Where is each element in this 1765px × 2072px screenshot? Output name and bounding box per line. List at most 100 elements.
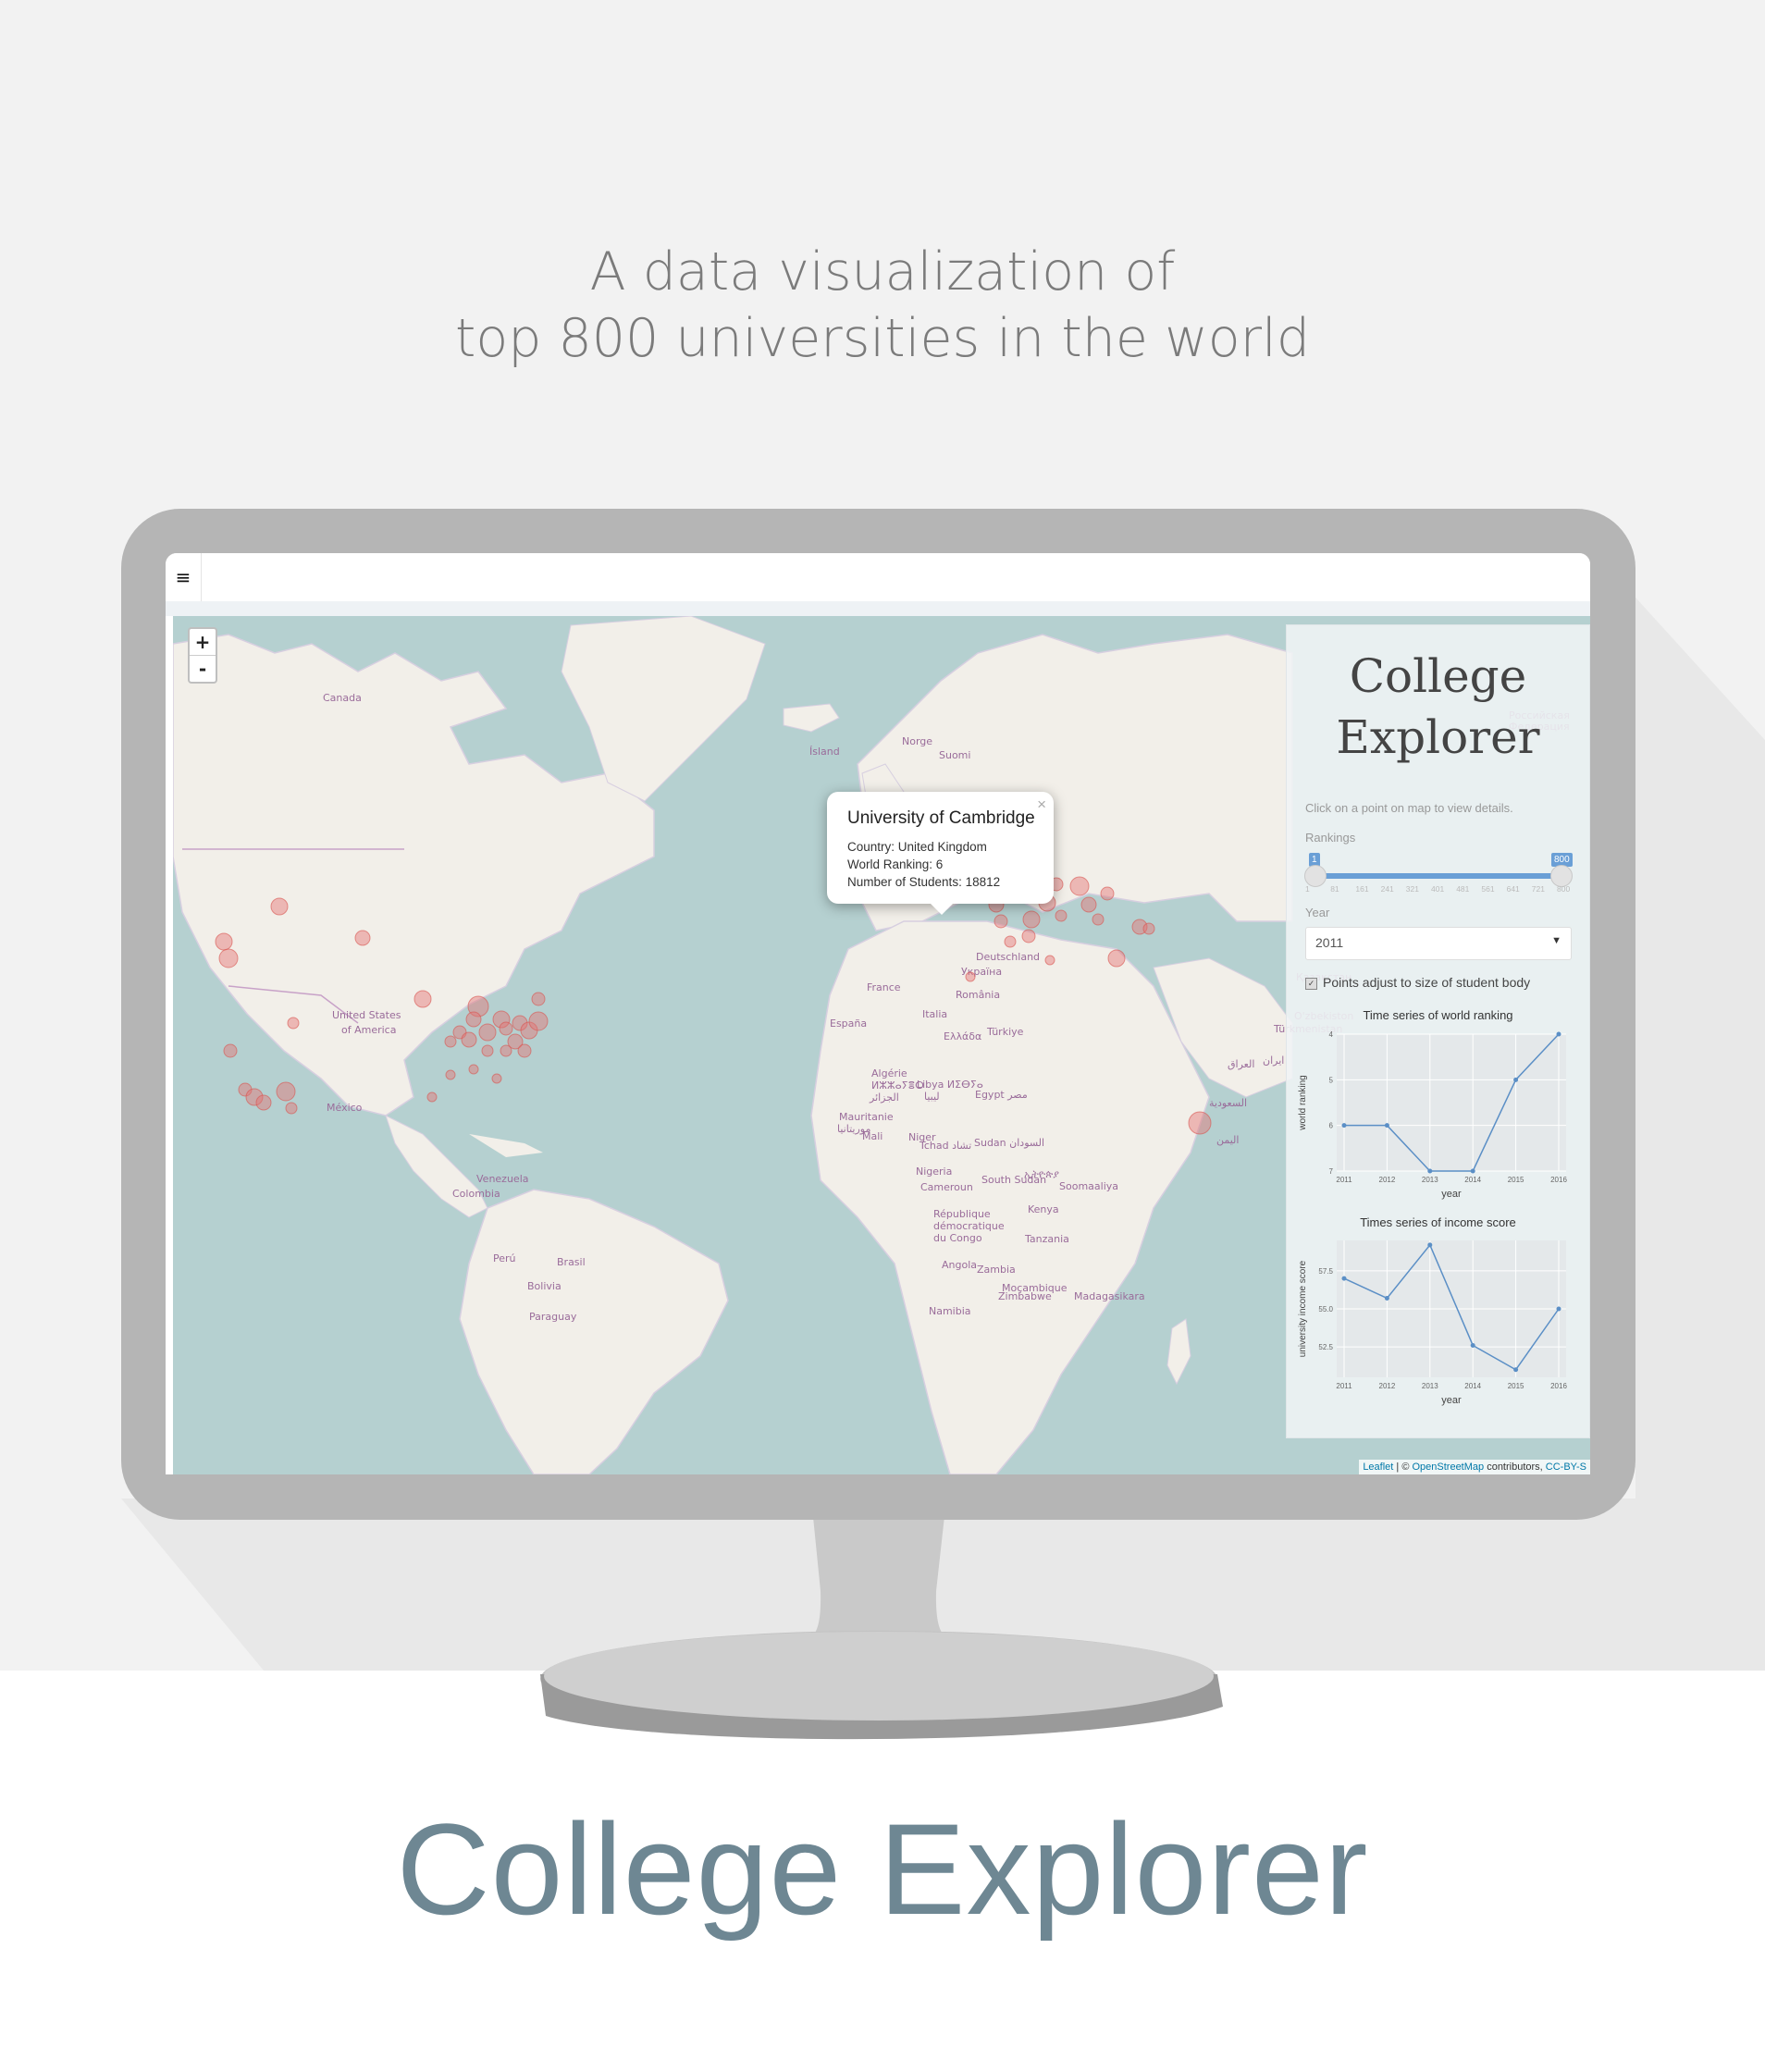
chart-xtick-label: 2013 xyxy=(1422,1382,1438,1390)
university-marker[interactable] xyxy=(491,1073,502,1084)
slider-ticks: 1 81 161 241 321 401 481 561 641 721 800 xyxy=(1305,884,1570,903)
university-marker[interactable] xyxy=(1055,909,1068,922)
chart-xtick-label: 2012 xyxy=(1379,1382,1396,1390)
popup-close-button[interactable]: × xyxy=(1037,796,1046,814)
year-select-value: 2011 xyxy=(1315,935,1344,950)
year-select[interactable]: 2011 ▼ xyxy=(1305,927,1572,960)
map-label: Venezuela xyxy=(476,1173,529,1185)
map-label: Norge xyxy=(902,735,932,747)
university-marker[interactable] xyxy=(218,948,239,968)
university-marker[interactable] xyxy=(500,1044,512,1057)
university-marker[interactable] xyxy=(481,1044,494,1057)
university-marker[interactable] xyxy=(994,914,1008,929)
map-label: Sudan السودان xyxy=(974,1137,1044,1149)
chart-ytick-label: 7 xyxy=(1329,1167,1334,1176)
map-label: Zimbabwe xyxy=(998,1290,1052,1302)
map-label: Bolivia xyxy=(527,1280,562,1292)
university-marker[interactable] xyxy=(465,1011,482,1028)
map-label: Türkiye xyxy=(986,1026,1024,1038)
university-marker[interactable] xyxy=(528,1011,549,1031)
app-screen: ≡ Canada United States of America México… xyxy=(166,553,1590,1474)
zoom-out-button[interactable]: - xyxy=(190,656,216,682)
university-marker[interactable] xyxy=(445,1069,456,1080)
leaflet-link[interactable]: Leaflet xyxy=(1363,1462,1393,1473)
map-label: Tanzania xyxy=(1024,1233,1069,1245)
popup-country: Country: United Kingdom xyxy=(847,840,987,854)
university-marker[interactable] xyxy=(1142,922,1155,935)
year-label: Year xyxy=(1305,906,1330,919)
landmass-south-america xyxy=(459,1189,729,1474)
university-marker[interactable] xyxy=(1188,1111,1212,1135)
license-link[interactable]: CC-BY-S xyxy=(1546,1462,1586,1473)
university-marker[interactable] xyxy=(531,992,546,1006)
university-marker[interactable] xyxy=(426,1092,438,1103)
slider-tick-label: 641 xyxy=(1506,884,1520,894)
student-size-checkbox-row[interactable]: ✓ Points adjust to size of student body xyxy=(1305,975,1530,990)
chart-data-point xyxy=(1513,1077,1519,1082)
checkbox-icon[interactable]: ✓ xyxy=(1305,977,1317,990)
map-label: الجزائر xyxy=(869,1092,899,1104)
slider-tick-label: 241 xyxy=(1380,884,1394,894)
zoom-in-button[interactable]: + xyxy=(190,629,216,656)
chart-data-point xyxy=(1556,1306,1561,1312)
landmass-madagascar xyxy=(1166,1318,1191,1386)
university-marker[interactable] xyxy=(1004,935,1017,948)
university-marker[interactable] xyxy=(285,1102,298,1115)
checkbox-label: Points adjust to size of student body xyxy=(1323,975,1531,990)
panel-title-line2: Explorer xyxy=(1336,710,1540,764)
university-marker[interactable] xyxy=(461,1031,477,1048)
chart-xtick-label: 2014 xyxy=(1464,1382,1481,1390)
hamburger-icon[interactable]: ≡ xyxy=(166,553,202,601)
university-marker[interactable] xyxy=(215,932,233,951)
university-marker[interactable] xyxy=(1080,896,1097,913)
osm-link[interactable]: OpenStreetMap xyxy=(1412,1462,1484,1473)
university-marker[interactable] xyxy=(478,1023,497,1042)
map-label: Suomi xyxy=(939,749,970,761)
university-marker[interactable] xyxy=(517,1043,532,1058)
chart-xtick-label: 2013 xyxy=(1422,1176,1438,1184)
world-map[interactable]: Canada United States of America México Venez… xyxy=(173,616,1590,1474)
university-marker[interactable] xyxy=(276,1081,296,1102)
university-marker[interactable] xyxy=(444,1035,457,1048)
map-label: Ísland xyxy=(809,746,840,758)
chart-xtick-label: 2016 xyxy=(1550,1382,1567,1390)
chart-xtick-label: 2015 xyxy=(1508,1382,1524,1390)
chart-data-point xyxy=(1513,1367,1519,1373)
slider-tick-label: 561 xyxy=(1481,884,1495,894)
chart-ytick-label: 57.5 xyxy=(1318,1267,1333,1276)
chart-xlabel: year xyxy=(1441,1189,1462,1200)
university-marker[interactable] xyxy=(1069,876,1090,896)
panel-hint: Click on a point on map to view details. xyxy=(1305,801,1513,815)
university-marker[interactable] xyxy=(270,897,289,916)
chart-ylabel: university income score xyxy=(1298,1260,1308,1357)
rankings-slider-track[interactable] xyxy=(1314,873,1561,879)
university-marker[interactable] xyxy=(1107,949,1126,968)
zoom-control: + - xyxy=(188,627,217,684)
map-label: République xyxy=(933,1208,991,1220)
map-label: España xyxy=(830,1018,867,1030)
university-marker[interactable] xyxy=(1100,886,1115,901)
university-marker[interactable] xyxy=(255,1094,272,1111)
footer-title: College Explorer xyxy=(396,1796,1369,1942)
chart-ytick-label: 55.0 xyxy=(1318,1305,1333,1314)
map-label: România xyxy=(956,989,1000,1001)
university-marker[interactable] xyxy=(1092,913,1105,926)
university-marker[interactable] xyxy=(413,990,432,1008)
slider-tick-label: 321 xyxy=(1405,884,1419,894)
map-attribution: Leaflet | © OpenStreetMap contributors, … xyxy=(1359,1460,1590,1474)
map-label: United States xyxy=(332,1009,401,1021)
university-marker[interactable] xyxy=(1044,955,1055,966)
map-label: France xyxy=(867,981,901,993)
university-marker[interactable] xyxy=(499,1021,513,1036)
ranking-chart: 4 5 6 72011 2012 2013 2014 2015 2016 year world ra… xyxy=(1298,1030,1567,1200)
map-label: ليبيا xyxy=(924,1091,940,1103)
chart-data-point xyxy=(1384,1123,1389,1128)
university-marker[interactable] xyxy=(1022,910,1041,929)
university-marker[interactable] xyxy=(468,1064,479,1075)
university-marker[interactable] xyxy=(287,1017,300,1030)
map-label: du Congo xyxy=(933,1232,982,1244)
university-marker[interactable] xyxy=(354,930,371,946)
university-marker[interactable] xyxy=(965,971,976,982)
university-marker[interactable] xyxy=(1021,929,1036,944)
university-marker[interactable] xyxy=(223,1043,238,1058)
